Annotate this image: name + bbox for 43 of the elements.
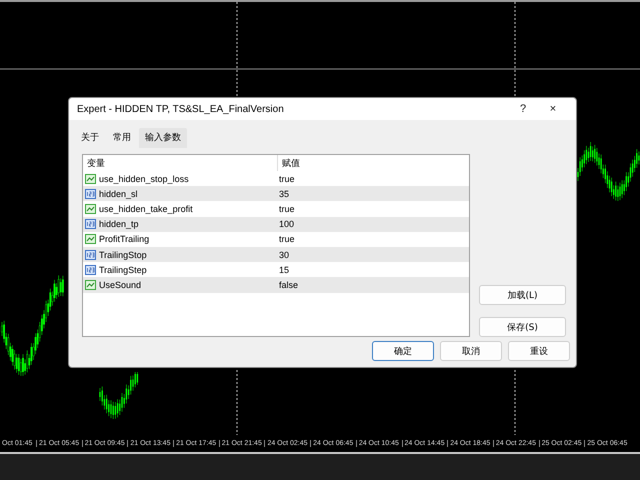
parameter-value: 30: [278, 250, 290, 260]
window-title: Expert - HIDDEN TP, TS&SL_EA_FinalVersion: [77, 104, 285, 114]
parameter-name: TrailingStep: [99, 264, 147, 275]
parameter-value: false: [278, 280, 298, 290]
number-icon: [85, 219, 96, 230]
parameter-name: use_hidden_stop_loss: [99, 174, 189, 184]
load-button[interactable]: 加载(L): [479, 285, 566, 305]
parameter-row[interactable]: TrailingStop 30: [83, 246, 469, 262]
column-header[interactable]: 赋值: [278, 155, 468, 171]
candlestick-series: [577, 142, 640, 202]
parameter-row[interactable]: TrailingStep 15: [83, 262, 469, 278]
parameter-name: use_hidden_take_profit: [99, 204, 193, 214]
number-icon: [85, 250, 96, 260]
tab[interactable]: 关于: [75, 128, 105, 148]
save-button[interactable]: 保存(S): [479, 317, 566, 337]
parameter-name: hidden_sl: [99, 188, 138, 199]
dialog-button[interactable]: 确定: [372, 341, 434, 361]
chart-icon: [85, 234, 96, 244]
dialog-button[interactable]: 重设: [508, 341, 570, 361]
parameter-row[interactable]: hidden_sl 35: [83, 186, 469, 202]
parameter-value: 100: [278, 219, 294, 230]
chart-icon: [85, 280, 96, 290]
dialog-button[interactable]: 取消: [440, 341, 502, 361]
parameter-name: ProfitTrailing: [99, 234, 150, 244]
parameter-value: true: [278, 174, 295, 184]
number-icon: [85, 188, 96, 199]
parameter-value: true: [278, 204, 295, 214]
close-button[interactable]: ×: [538, 103, 568, 115]
parameter-value: 15: [278, 264, 290, 275]
parameter-value: 35: [278, 188, 290, 199]
parameter-name: UseSound: [99, 280, 142, 290]
tab[interactable]: 输入参数: [139, 128, 187, 148]
parameter-name: hidden_tp: [99, 219, 139, 230]
parameter-value: true: [278, 234, 295, 244]
number-icon: [85, 264, 96, 275]
candlestick-series: [99, 372, 138, 420]
parameter-name: TrailingStop: [99, 250, 147, 260]
tab[interactable]: 常用: [107, 128, 137, 148]
chart-icon: [85, 174, 96, 184]
help-button[interactable]: ?: [508, 103, 538, 115]
parameter-row[interactable]: UseSound false: [83, 277, 469, 292]
parameter-row[interactable]: hidden_tp 100: [83, 216, 469, 232]
chart-icon: [85, 204, 96, 214]
